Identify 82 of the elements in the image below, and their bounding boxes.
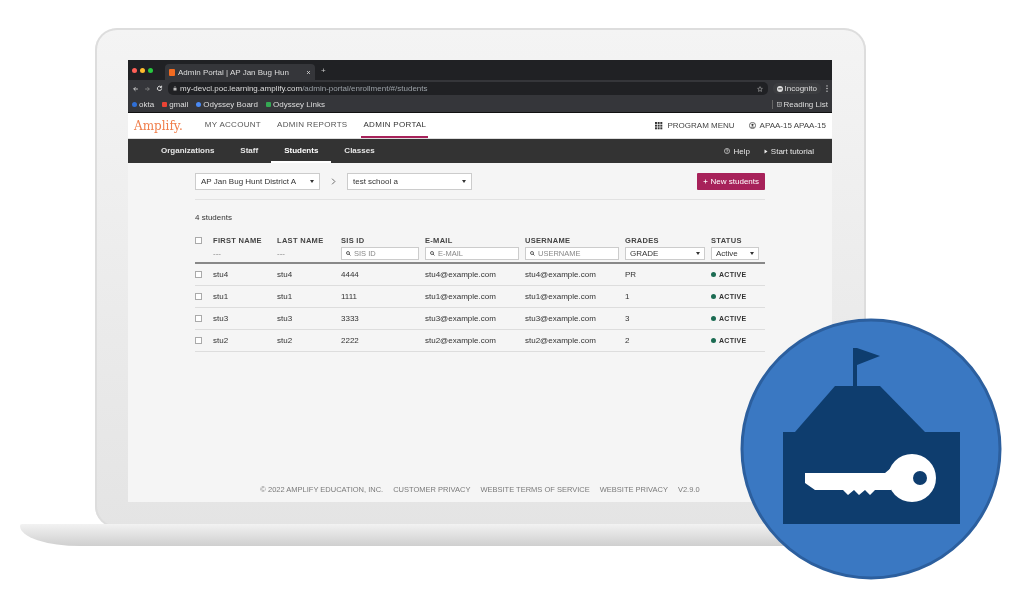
- school-dropdown[interactable]: test school a: [347, 173, 472, 190]
- table-cell-text: 3333: [341, 314, 360, 323]
- program-menu-button[interactable]: PROGRAM MENU: [655, 121, 735, 130]
- filter-dropdown[interactable]: GRADE: [625, 247, 705, 260]
- caret-icon: [462, 180, 466, 183]
- table-cell-text: stu4: [213, 270, 230, 279]
- bookmark[interactable]: Odyssey Board: [196, 100, 258, 109]
- table-cell-text: stu4@example.com: [425, 270, 497, 279]
- table-cell-text: stu3@example.com: [525, 314, 597, 323]
- address-field[interactable]: my-devcl.poc.learning.amplify.com/admin-portal/enrollment/#/students: [168, 82, 768, 95]
- table-cell-text: stu4: [277, 270, 294, 279]
- table-cell-text: stu4@example.com: [525, 270, 597, 279]
- table-cell-text: 2: [625, 336, 631, 345]
- bookmark[interactable]: okta: [132, 100, 155, 109]
- select-all-checkbox[interactable]: [195, 236, 202, 244]
- row-checkbox[interactable]: [195, 271, 202, 278]
- table-cell-text: 1111: [341, 292, 358, 301]
- back-icon[interactable]: [132, 85, 139, 92]
- new-students-button[interactable]: New students: [696, 173, 765, 190]
- row-checkbox[interactable]: [195, 315, 202, 322]
- table-cell-text: 3: [625, 314, 631, 323]
- nav-tab[interactable]: ADMIN REPORTS: [275, 113, 350, 138]
- caret-icon: [696, 252, 700, 255]
- bookmark-icon: [132, 102, 137, 107]
- filter-dropdown[interactable]: Active: [711, 247, 759, 260]
- search-icon: [346, 251, 351, 256]
- lock-icon: [173, 86, 177, 91]
- table-cell-text: stu1: [213, 292, 230, 301]
- table-cell-text: stu3: [277, 314, 294, 323]
- filter-text: ---: [277, 249, 286, 258]
- bookmark-icon: [265, 102, 271, 107]
- caret-icon: [310, 180, 314, 183]
- table-cell-text: 4444: [341, 270, 360, 279]
- profile-button[interactable]: Incognito: [772, 83, 821, 94]
- incognito-icon: [776, 85, 783, 92]
- chevron-right-icon: [331, 178, 336, 185]
- user-menu-button[interactable]: APAA-15 APAA-15: [748, 121, 826, 130]
- table-cell-text: stu2: [277, 336, 294, 345]
- table-cell-text: stu3: [213, 314, 230, 323]
- bookmark-icon: [162, 102, 168, 107]
- row-checkbox[interactable]: [195, 293, 202, 300]
- subnav-tab[interactable]: Classes: [331, 139, 388, 163]
- help-icon: [724, 148, 731, 154]
- page-favicon-icon: [169, 68, 175, 76]
- play-icon: [763, 148, 768, 154]
- bookmark[interactable]: Odyssey Links: [265, 100, 325, 109]
- reload-icon[interactable]: [156, 85, 163, 92]
- new-tab-button[interactable]: +: [321, 65, 326, 75]
- close-icon[interactable]: [306, 69, 311, 75]
- table-cell-text: stu2@example.com: [525, 336, 597, 345]
- subnav-tab[interactable]: Staff: [227, 139, 272, 163]
- star-icon[interactable]: [756, 85, 763, 92]
- table-cell-text: stu1@example.com: [425, 292, 497, 301]
- table-cell-text: stu2@example.com: [425, 336, 497, 345]
- grid-icon: [655, 121, 664, 130]
- student-count: 4 students: [195, 213, 233, 223]
- user-icon: [748, 122, 756, 129]
- subnav-tab[interactable]: Organizations: [148, 139, 228, 163]
- row-checkbox[interactable]: [195, 337, 202, 344]
- browser-tab[interactable]: Admin Portal | AP Jan Bug Hun: [165, 64, 315, 80]
- table-cell-text: PR: [625, 270, 638, 279]
- bookmark[interactable]: gmail: [162, 100, 189, 109]
- help-link[interactable]: Help: [724, 146, 750, 156]
- list-icon: [776, 102, 782, 107]
- district-dropdown[interactable]: AP Jan Bug Hunt District A: [195, 173, 320, 190]
- caret-icon: [750, 252, 754, 255]
- table-cell-text: stu1@example.com: [525, 292, 597, 301]
- nav-tab[interactable]: MY ACCOUNT: [202, 113, 264, 138]
- forward-icon[interactable]: [144, 85, 151, 92]
- table-cell-text: 1: [625, 292, 631, 301]
- reading-list-button[interactable]: Reading List: [771, 100, 828, 109]
- table-cell-text: stu2: [213, 336, 230, 345]
- search-icon: [530, 251, 535, 256]
- filter-text: ---: [213, 249, 222, 258]
- search-icon: [430, 251, 435, 256]
- tutorial-link[interactable]: Start tutorial: [763, 146, 814, 156]
- plus-icon: [702, 179, 708, 184]
- window-controls-icon[interactable]: [132, 67, 153, 73]
- table-cell-text: 2222: [341, 336, 360, 345]
- table-cell-text: stu3@example.com: [425, 314, 497, 323]
- table-cell-text: stu1: [277, 292, 294, 301]
- bookmark-icon: [196, 102, 202, 107]
